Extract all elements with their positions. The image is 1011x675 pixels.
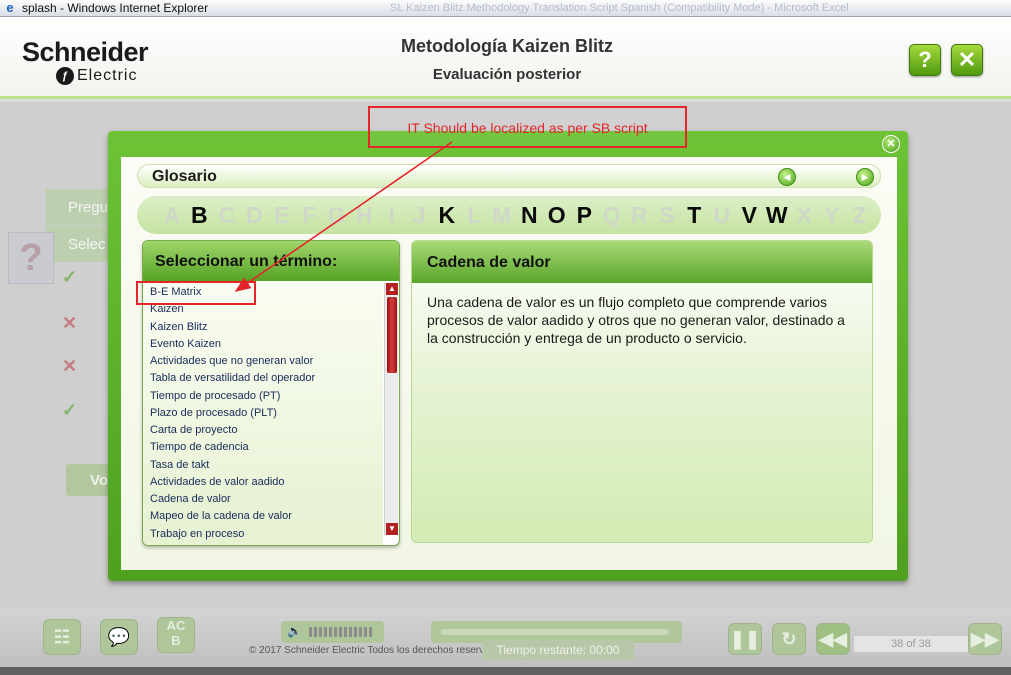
term-item[interactable]: Carta de proyecto	[143, 422, 383, 439]
term-item[interactable]: Tiempo de cadencia	[143, 439, 383, 456]
term-item[interactable]: Cadena de valor	[143, 491, 383, 509]
letter-v[interactable]: V	[736, 202, 764, 229]
term-item[interactable]: Plazo de procesado (PLT)	[143, 405, 383, 422]
letter-c: C	[218, 201, 236, 228]
exit-button[interactable]: ✕	[951, 44, 983, 76]
term-item[interactable]: Mapeo de la cadena de valor	[143, 508, 383, 525]
annotation-highlight-box	[136, 281, 256, 305]
term-item[interactable]: Tasa de takt	[143, 457, 383, 474]
term-list-scrollbar[interactable]: ▲ ▼	[384, 283, 398, 535]
letter-z: Z	[852, 201, 867, 228]
forward-icon[interactable]: ▶▶	[968, 623, 1002, 655]
time-remaining: Tiempo restante: 00:00	[482, 640, 634, 660]
course-subtitle: Evaluación posterior	[432, 66, 582, 83]
review-annotation: IT Should be localized as per SB script	[368, 106, 687, 148]
window-bottom-edge	[0, 667, 1011, 675]
letter-p[interactable]: P	[571, 202, 599, 229]
cross-icon: ✕	[62, 356, 78, 376]
alphabet-index: ABCDEFGHIJKLMNOPQRSTUVWXYZ	[137, 196, 881, 234]
logo-subtext: Electric	[77, 67, 138, 84]
pause-icon[interactable]: ❚❚	[728, 623, 762, 655]
sitemap-icon[interactable]: ☷	[43, 619, 81, 655]
background-tab-question: Pregu	[46, 189, 116, 225]
letter-s: S	[659, 201, 675, 228]
glossary-title: Glosario	[152, 168, 217, 185]
letter-h: H	[355, 201, 373, 228]
letter-u: U	[713, 201, 731, 228]
app-header: Schneider ƒ Electric Metodología Kaizen …	[0, 17, 1011, 99]
term-item[interactable]: Tiempo de procesado (PT)	[143, 388, 383, 405]
window-title-bar: e splash - Windows Internet Explorer SL …	[0, 0, 1011, 17]
letter-r: R	[630, 201, 648, 228]
letter-w[interactable]: W	[763, 202, 791, 229]
letter-d: D	[245, 201, 263, 228]
glossary-close-button[interactable]: ✕	[882, 135, 900, 153]
glossary-icon[interactable]: AC B	[157, 617, 195, 653]
player-control-bar: ☷ 💬 AC B 🔈 © 2017 Schneider Electric Todo…	[0, 607, 1011, 675]
replay-icon[interactable]: ↻	[772, 623, 806, 655]
logo-wordmark: Schneider	[22, 37, 149, 67]
letter-f: F	[302, 201, 317, 228]
letter-k[interactable]: K	[433, 202, 461, 229]
next-term-button[interactable]: ▶	[856, 168, 874, 186]
volume-level	[309, 627, 373, 637]
letter-q: Q	[602, 201, 621, 228]
letter-e: E	[274, 201, 290, 228]
letter-m: M	[492, 201, 512, 228]
letter-o[interactable]: O	[543, 202, 571, 229]
logo-mark-icon: ƒ	[56, 67, 74, 85]
checkmark-icon: ✓	[62, 400, 78, 420]
help-button[interactable]: ?	[909, 44, 941, 76]
letter-t[interactable]: T	[681, 202, 709, 229]
letter-x: X	[796, 201, 812, 228]
term-list-header: Seleccionar un término:	[143, 241, 399, 281]
letter-n[interactable]: N	[516, 202, 544, 229]
letter-b[interactable]: B	[186, 202, 214, 229]
letter-y: Y	[824, 201, 840, 228]
letter-g: G	[327, 201, 346, 228]
page-counter: 38 of 38	[853, 635, 969, 653]
scroll-down-icon[interactable]: ▼	[386, 523, 398, 535]
letter-a: A	[163, 201, 181, 228]
chat-icon[interactable]: 💬	[100, 619, 138, 655]
letter-l: L	[467, 201, 482, 228]
background-tab-select: Selec	[46, 226, 116, 262]
window-title: splash - Windows Internet Explorer	[22, 1, 209, 15]
term-list: B-E Matrix Kaizen Kaizen Blitz Evento Kaize…	[143, 281, 383, 545]
background-window-title: SL Kaizen Blitz Methodology Translation …	[390, 2, 849, 14]
letter-i: I	[388, 201, 395, 228]
course-title: Metodología Kaizen Blitz	[400, 36, 613, 56]
rewind-icon[interactable]: ◀◀	[816, 623, 850, 655]
definition-text: Una cadena de valor es un flujo completo…	[427, 294, 845, 346]
question-mark-icon: ?	[8, 232, 54, 284]
schneider-logo: Schneider ƒ Electric	[22, 39, 172, 85]
definition-title: Cadena de valor	[412, 241, 872, 283]
speaker-icon: 🔈	[287, 624, 302, 638]
term-item[interactable]: Actividades que no generan valor	[143, 353, 383, 370]
letter-j: J	[412, 201, 426, 228]
scroll-up-icon[interactable]: ▲	[386, 283, 398, 295]
copyright-text: © 2017 Schneider Electric Todos los dere…	[249, 645, 509, 656]
term-item[interactable]: Tabla de versatilidad del operador	[143, 370, 383, 387]
volume-control[interactable]: 🔈	[281, 621, 384, 643]
checkmark-icon: ✓	[62, 267, 78, 287]
term-item[interactable]: Evento Kaizen	[143, 336, 383, 353]
prev-term-button[interactable]: ◀	[778, 168, 796, 186]
cross-icon: ✕	[62, 313, 78, 333]
glossary-title-bar: Glosario ◀ ▶	[137, 164, 881, 188]
term-item[interactable]: Trabajo en proceso	[143, 526, 383, 543]
time-remaining-value: 00:00	[589, 643, 620, 657]
term-item[interactable]: Actividades de valor aadido	[143, 474, 383, 491]
term-item[interactable]: Kaizen Blitz	[143, 319, 383, 336]
ie-icon: e	[6, 0, 14, 15]
scroll-thumb[interactable]	[387, 297, 397, 373]
definition-panel: Cadena de valor Una cadena de valor es u…	[411, 240, 873, 543]
time-remaining-label: Tiempo restante:	[496, 643, 587, 657]
